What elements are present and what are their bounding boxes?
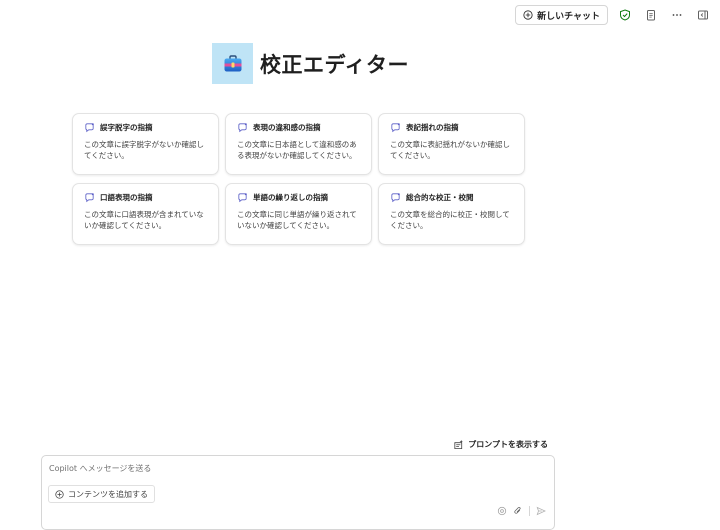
composer-actions: [497, 506, 546, 516]
chat-sparkle-icon: [391, 193, 400, 203]
more-icon[interactable]: [668, 6, 686, 24]
card-description: この文章に表記揺れがないか確認してください。: [390, 140, 510, 160]
add-content-button[interactable]: コンテンツを追加する: [48, 485, 155, 503]
card-title: 表現の違和感の指摘: [253, 123, 321, 132]
new-chat-label: 新しいチャット: [537, 11, 600, 22]
briefcase-icon: [224, 54, 241, 71]
clipboard-icon[interactable]: [642, 6, 660, 24]
message-input[interactable]: [47, 463, 451, 474]
card-description: この文章に日本語として違和感のある表現がないか確認してください。: [237, 140, 357, 160]
new-chat-button[interactable]: 新しいチャット: [515, 5, 608, 25]
page-title: 校正エディター: [260, 52, 410, 77]
agent-header: 校正エディター: [212, 43, 409, 84]
chat-sparkle-icon: [238, 193, 247, 203]
chat-sparkle-icon: [391, 123, 400, 133]
send-icon[interactable]: [536, 506, 546, 516]
attach-icon[interactable]: [513, 506, 523, 516]
card-title: 表記揺れの指摘: [406, 123, 459, 132]
card-description: この文章を総合的に校正・校閲してください。: [390, 210, 510, 230]
mention-icon[interactable]: [497, 506, 507, 516]
chat-sparkle-icon: [238, 123, 247, 133]
card-description: この文章に誤字脱字がないか確認してください。: [84, 140, 204, 160]
action-divider: [529, 506, 530, 516]
plus-circle-icon: [55, 489, 64, 499]
card-description: この文章に口語表現が含まれていないか確認してください。: [84, 210, 204, 230]
plus-circle-icon: [523, 10, 533, 20]
suggestion-card[interactable]: 誤字脱字の指摘 この文章に誤字脱字がないか確認してください。: [72, 113, 219, 175]
message-composer: コンテンツを追加する: [41, 455, 555, 530]
suggestion-card[interactable]: 単語の繰り返しの指摘 この文章に同じ単語が繰り返されていないか確認してください。: [225, 183, 372, 245]
agent-logo: [212, 43, 253, 84]
chat-sparkle-icon: [85, 123, 94, 133]
card-title: 単語の繰り返しの指摘: [253, 193, 328, 202]
add-content-label: コンテンツを追加する: [68, 489, 148, 499]
suggestion-card[interactable]: 表現の違和感の指摘 この文章に日本語として違和感のある表現がないか確認してくださ…: [225, 113, 372, 175]
card-title: 口語表現の指摘: [100, 193, 153, 202]
prompt-suggestions: 誤字脱字の指摘 この文章に誤字脱字がないか確認してください。 表現の違和感の指摘…: [72, 113, 525, 245]
suggestion-card[interactable]: 表記揺れの指摘 この文章に表記揺れがないか確認してください。: [378, 113, 525, 175]
sidebar-collapse-icon[interactable]: [694, 6, 712, 24]
chat-sparkle-icon: [85, 193, 94, 203]
shield-check-icon[interactable]: [616, 6, 634, 24]
prompt-library-icon: [454, 439, 464, 450]
top-toolbar: 新しいチャット: [515, 5, 712, 25]
suggestion-card[interactable]: 口語表現の指摘 この文章に口語表現が含まれていないか確認してください。: [72, 183, 219, 245]
show-prompts-label: プロンプトを表示する: [468, 440, 548, 449]
suggestion-card[interactable]: 総合的な校正・校閲 この文章を総合的に校正・校閲してください。: [378, 183, 525, 245]
show-prompts-button[interactable]: プロンプトを表示する: [453, 439, 548, 450]
card-title: 誤字脱字の指摘: [100, 123, 153, 132]
card-description: この文章に同じ単語が繰り返されていないか確認してください。: [237, 210, 357, 230]
card-title: 総合的な校正・校閲: [406, 193, 474, 202]
